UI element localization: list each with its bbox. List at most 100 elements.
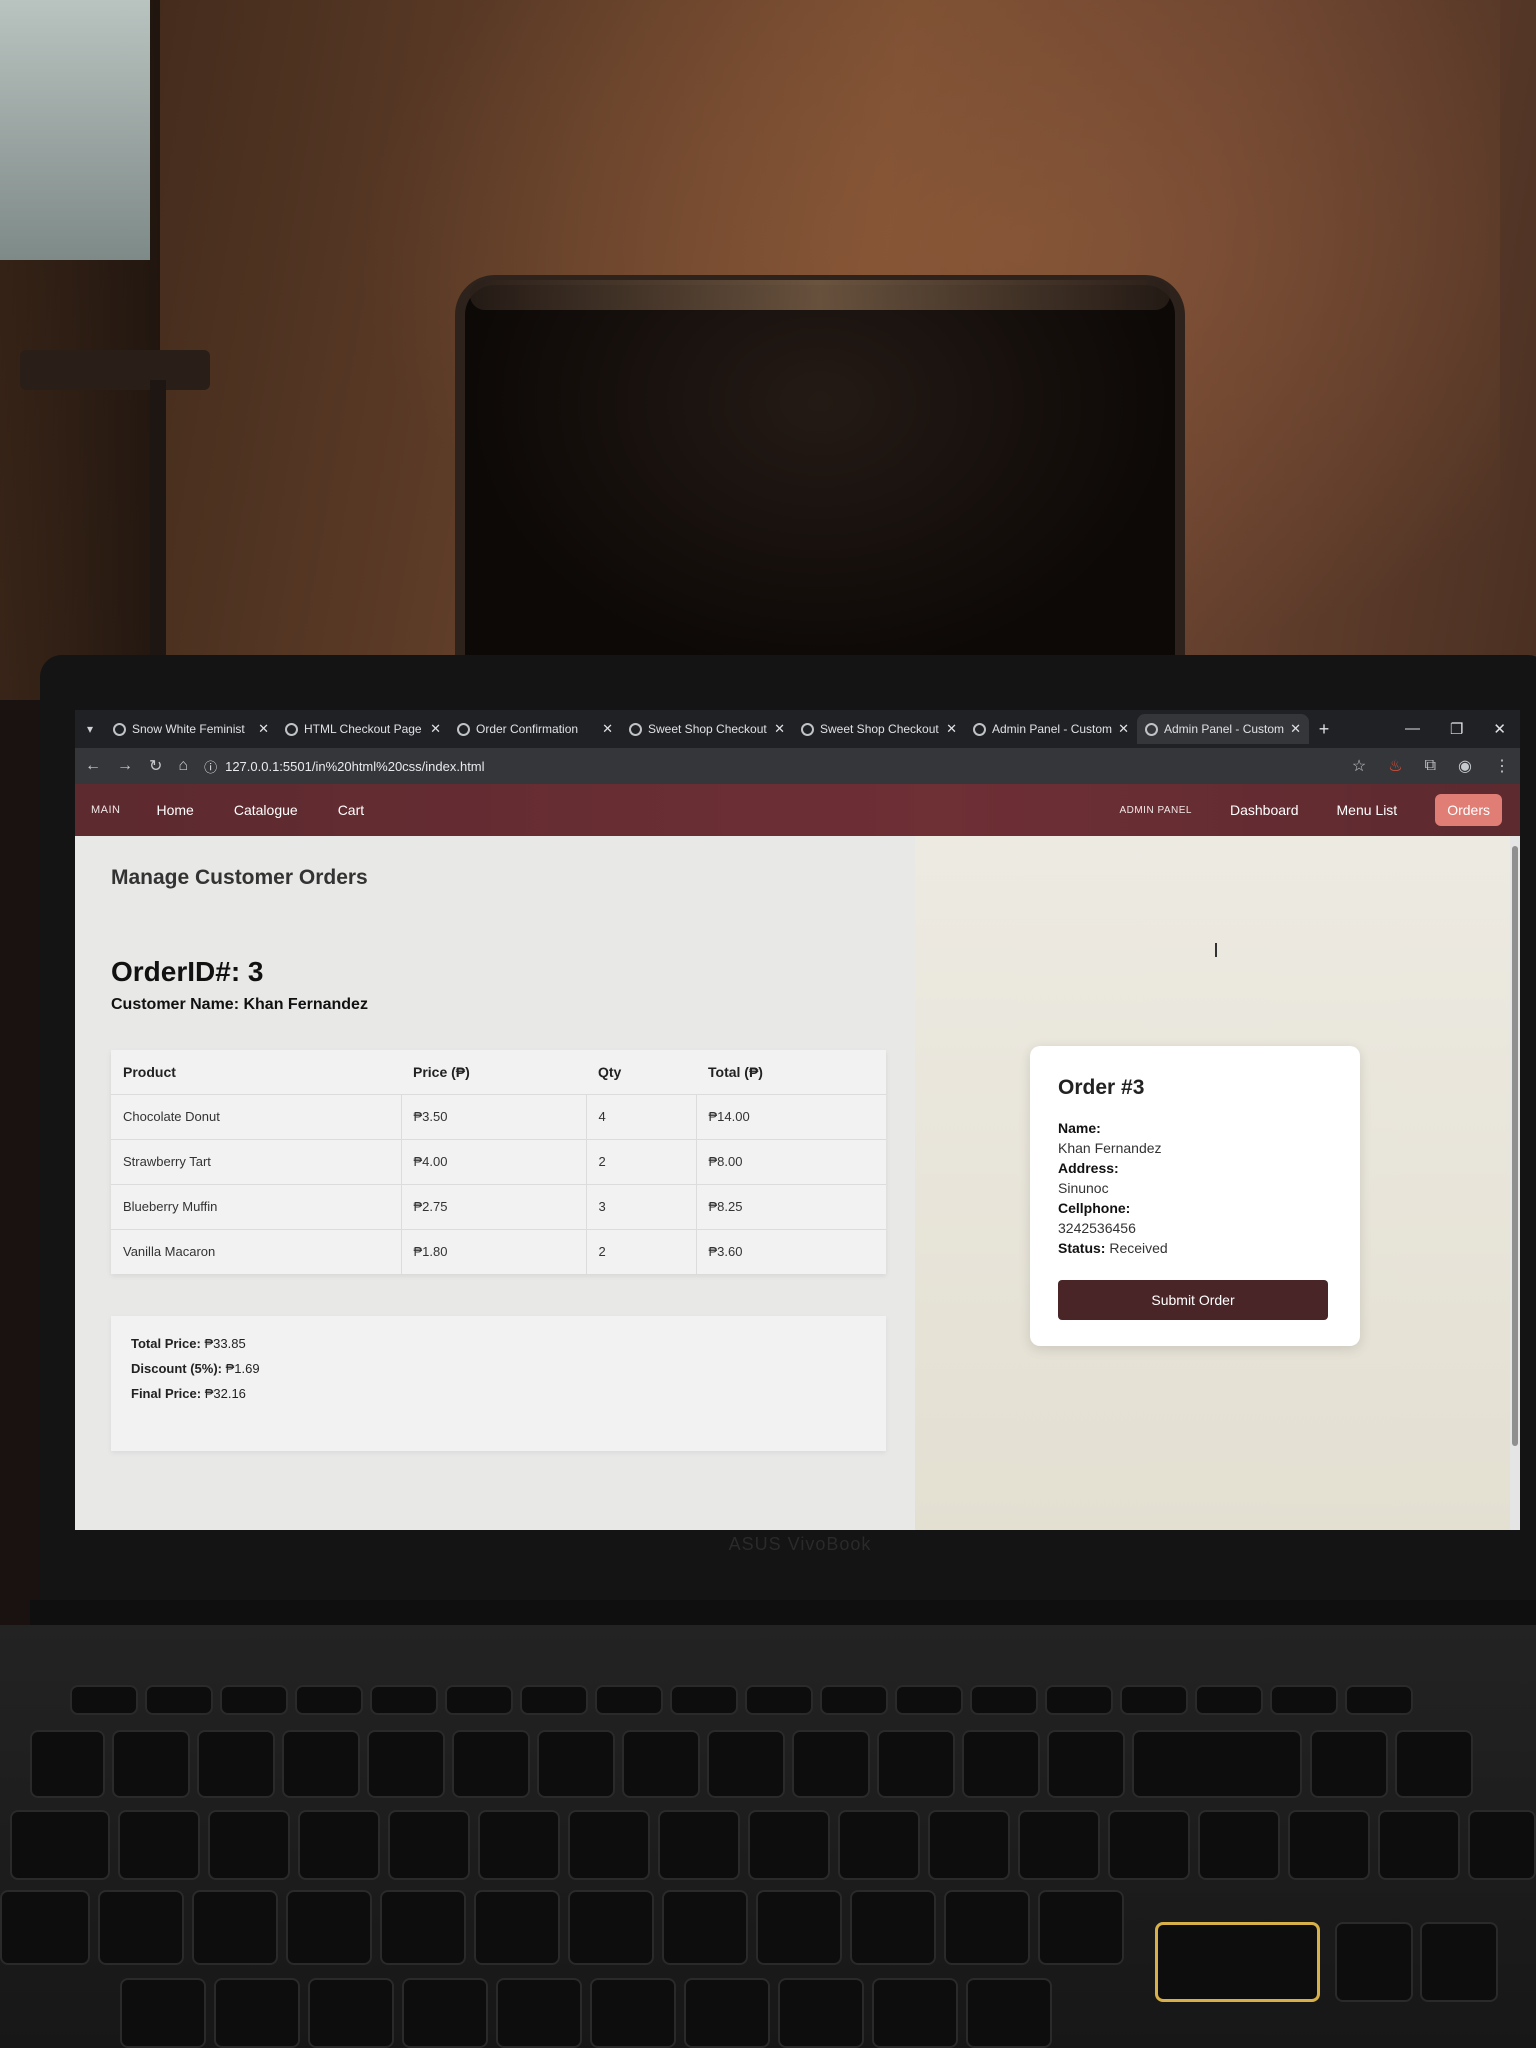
nav-link-dashboard[interactable]: Dashboard <box>1230 802 1299 818</box>
home-icon[interactable]: ⌂ <box>178 757 188 775</box>
close-icon[interactable]: ✕ <box>774 721 785 737</box>
url-text: 127.0.0.1:5501/in%20html%20css/index.htm… <box>225 758 485 774</box>
bookmark-star-icon[interactable]: ☆ <box>1352 756 1366 776</box>
nav-link-cart[interactable]: Cart <box>338 802 364 818</box>
key <box>295 1685 363 1715</box>
key <box>496 1978 582 2048</box>
cellphone-value: 3242536456 <box>1058 1220 1136 1236</box>
browser-tab[interactable]: Snow White Feminist ✕ <box>105 714 277 744</box>
browser-tab[interactable]: Sweet Shop Checkout ✕ <box>621 714 793 744</box>
browser-tab[interactable]: Sweet Shop Checkout ✕ <box>793 714 965 744</box>
window <box>0 0 150 260</box>
cell-qty: 4 <box>586 1093 697 1139</box>
key <box>452 1730 530 1798</box>
tab-title: Sweet Shop Checkout <box>820 722 939 736</box>
total-price-value: ₱33.85 <box>204 1336 246 1351</box>
close-icon[interactable]: ✕ <box>430 721 441 737</box>
close-icon[interactable]: ✕ <box>1290 721 1301 737</box>
browser-tab-strip: ▾ Snow White Feminist ✕ HTML Checkout Pa… <box>75 710 1520 748</box>
key <box>192 1890 278 1965</box>
key <box>670 1685 738 1715</box>
info-icon[interactable]: ⓘ <box>204 757 217 776</box>
nav-link-menu-list[interactable]: Menu List <box>1337 802 1398 818</box>
key <box>1468 1810 1536 1880</box>
key <box>98 1890 184 1965</box>
customer-name: Customer Name: Khan Fernandez <box>111 996 368 1013</box>
browser-tab[interactable]: Order Confirmation ✕ <box>449 714 621 744</box>
new-tab-icon[interactable]: + <box>1309 719 1339 740</box>
menu-kebab-icon[interactable]: ⋮ <box>1494 756 1510 776</box>
page-title: Manage Customer Orders <box>111 866 368 889</box>
address-bar[interactable]: ⓘ 127.0.0.1:5501/in%20html%20css/index.h… <box>204 757 484 776</box>
keyboard <box>0 1660 1536 2048</box>
cell-product: Strawberry Tart <box>111 1138 402 1184</box>
order-card-title: Order #3 <box>1058 1076 1145 1099</box>
close-window-icon[interactable]: ✕ <box>1493 720 1506 738</box>
reload-icon[interactable]: ↻ <box>149 756 162 776</box>
scrollbar-thumb[interactable] <box>1512 846 1518 1446</box>
laptop-screen: ▾ Snow White Feminist ✕ HTML Checkout Pa… <box>75 710 1520 1530</box>
key <box>707 1730 785 1798</box>
key <box>208 1810 290 1880</box>
orders-panel: Manage Customer Orders OrderID#: 3 Custo… <box>75 836 915 1530</box>
key <box>877 1730 955 1798</box>
total-price-label: Total Price: <box>131 1336 201 1351</box>
close-icon[interactable]: ✕ <box>602 721 613 737</box>
key <box>282 1730 360 1798</box>
key <box>568 1890 654 1965</box>
browser-tab-active[interactable]: Admin Panel - Custom ✕ <box>1137 714 1309 744</box>
key <box>1378 1810 1460 1880</box>
key <box>590 1978 676 2048</box>
extension-flame-icon[interactable]: ♨ <box>1388 756 1402 776</box>
cell-price: ₱4.00 <box>401 1138 587 1184</box>
discount-label: Discount (5%): <box>131 1361 222 1376</box>
close-icon[interactable]: ✕ <box>1118 721 1129 737</box>
browser-tab[interactable]: Admin Panel - Custom ✕ <box>965 714 1137 744</box>
order-card: Order #3 Name: Khan Fernandez Address: S… <box>1030 1046 1360 1346</box>
nav-link-home[interactable]: Home <box>157 802 194 818</box>
cell-total: ₱8.00 <box>696 1138 886 1184</box>
enter-key <box>1155 1922 1320 2002</box>
stool-leg <box>150 380 166 700</box>
nav-link-catalogue[interactable]: Catalogue <box>234 802 298 818</box>
key <box>537 1730 615 1798</box>
key <box>214 1978 300 2048</box>
table-row: Strawberry Tart ₱4.00 2 ₱8.00 <box>111 1138 886 1184</box>
cell-total: ₱3.60 <box>696 1228 886 1274</box>
name-value: Khan Fernandez <box>1058 1140 1162 1156</box>
cell-total: ₱8.25 <box>696 1183 886 1229</box>
discount-row: Discount (5%): ₱1.69 <box>131 1361 866 1376</box>
back-arrow-icon[interactable]: ← <box>85 757 101 775</box>
extensions-puzzle-icon[interactable]: ⧉ <box>1425 757 1436 775</box>
browser-toolbar: ← → ↻ ⌂ ⓘ 127.0.0.1:5501/in%20html%20css… <box>75 748 1520 784</box>
cell-product: Chocolate Donut <box>111 1093 402 1139</box>
key <box>1038 1890 1124 1965</box>
key <box>962 1730 1040 1798</box>
final-price-row: Final Price: ₱32.16 <box>131 1386 866 1401</box>
key <box>112 1730 190 1798</box>
key <box>145 1685 213 1715</box>
nav-link-orders[interactable]: Orders <box>1435 794 1502 826</box>
close-icon[interactable]: ✕ <box>258 721 269 737</box>
profile-avatar-icon[interactable]: ◉ <box>1458 756 1472 776</box>
page-scrollbar[interactable] <box>1510 836 1520 1530</box>
restore-icon[interactable]: ❐ <box>1450 720 1463 738</box>
tab-title: Order Confirmation <box>476 722 579 736</box>
key <box>197 1730 275 1798</box>
globe-icon <box>457 722 470 736</box>
key <box>1195 1685 1263 1715</box>
close-icon[interactable]: ✕ <box>946 721 957 737</box>
key <box>1270 1685 1338 1715</box>
cell-price: ₱2.75 <box>401 1183 587 1229</box>
key <box>838 1810 920 1880</box>
tab-search-icon[interactable]: ▾ <box>75 714 105 744</box>
key <box>850 1890 936 1965</box>
key <box>966 1978 1052 2048</box>
tab-title: Admin Panel - Custom <box>992 722 1113 736</box>
globe-icon <box>1145 722 1158 736</box>
forward-arrow-icon[interactable]: → <box>117 757 133 775</box>
minimize-icon[interactable]: — <box>1405 720 1420 738</box>
submit-order-button[interactable]: Submit Order <box>1058 1280 1328 1320</box>
browser-tab[interactable]: HTML Checkout Page ✕ <box>277 714 449 744</box>
key <box>1018 1810 1100 1880</box>
